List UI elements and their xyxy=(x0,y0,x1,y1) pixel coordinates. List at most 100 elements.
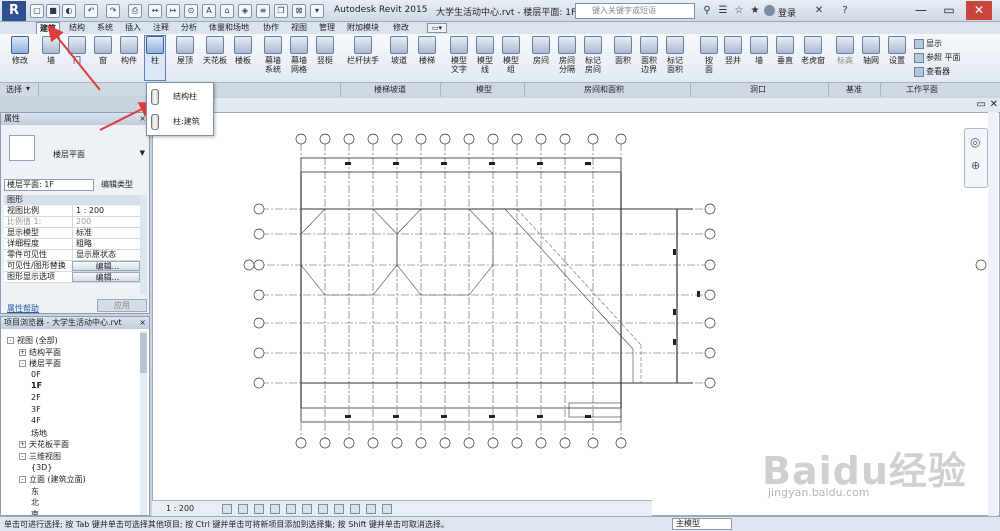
curtain-grid-button[interactable]: 幕墙 网格 xyxy=(286,36,312,74)
wall-button[interactable]: 墙 xyxy=(38,36,64,65)
tab-systems[interactable]: 系统 xyxy=(94,22,116,34)
floor-button[interactable]: 楼板 xyxy=(230,36,256,65)
subscription-icon[interactable]: ☰ xyxy=(716,4,730,18)
panel-select-dropdown-icon[interactable]: ▾ xyxy=(26,84,30,93)
tag-room-button[interactable]: 标记 房间 xyxy=(580,36,606,74)
search-input[interactable]: 键入关键字或短语 xyxy=(575,3,695,19)
properties-group-graphics[interactable]: 图形 xyxy=(4,195,140,205)
column-button-label[interactable]: 柱 xyxy=(142,36,168,65)
temporary-properties-icon[interactable] xyxy=(366,504,376,514)
browser-tree-item[interactable]: 0F xyxy=(31,370,41,379)
revit-logo[interactable]: R xyxy=(2,1,26,21)
workplane-set-button[interactable]: 设置 xyxy=(884,36,910,65)
browser-scroll-thumb[interactable] xyxy=(140,333,147,373)
collapse-icon[interactable]: - xyxy=(7,337,14,344)
sun-path-icon[interactable] xyxy=(254,504,264,514)
browser-tree-item[interactable]: 2F xyxy=(31,393,41,402)
reveal-hidden-icon[interactable] xyxy=(350,504,360,514)
shadows-icon[interactable] xyxy=(270,504,280,514)
tab-view[interactable]: 视图 xyxy=(288,22,310,34)
minimize-button[interactable]: — xyxy=(908,1,934,20)
edit-type-button[interactable]: 编辑类型 xyxy=(101,179,133,190)
print-icon[interactable]: ⎙ xyxy=(128,4,142,18)
by-face-button[interactable]: 按 面 xyxy=(696,36,722,74)
menu-item-architectural-column[interactable]: 柱:建筑 xyxy=(151,111,213,133)
dimension-icon[interactable]: ↦ xyxy=(166,4,180,18)
browser-tree-item[interactable]: {3D} xyxy=(31,463,52,472)
show-workplane-button[interactable]: 显示 xyxy=(914,38,942,49)
area-boundary-button[interactable]: 面积 边界 xyxy=(636,36,662,74)
user-icon[interactable] xyxy=(764,5,775,16)
tab-modify[interactable]: 修改 xyxy=(390,22,412,34)
level-button[interactable]: 标高 xyxy=(832,36,858,65)
tab-annotate[interactable]: 注释 xyxy=(150,22,172,34)
window-button[interactable]: 窗 xyxy=(90,36,116,65)
area-button[interactable]: 面积 xyxy=(610,36,636,65)
panel-select[interactable]: 选择 xyxy=(6,84,22,95)
binoculars-icon[interactable]: ⚲ xyxy=(700,4,714,18)
apply-button[interactable]: 应用 xyxy=(97,299,147,312)
browser-close-icon[interactable]: × xyxy=(139,317,146,329)
expand-icon[interactable]: + xyxy=(19,441,26,449)
lock-view-icon[interactable] xyxy=(318,504,328,514)
tab-structure[interactable]: 结构 xyxy=(66,22,88,34)
help-icon[interactable]: ? xyxy=(838,4,852,18)
door-button[interactable]: 门 xyxy=(64,36,90,65)
view-restore-icon[interactable]: ▭ xyxy=(977,99,986,110)
text-icon[interactable]: A xyxy=(202,4,216,18)
property-row[interactable]: 零件可见性 显示原状态 xyxy=(4,250,140,261)
browser-tree-item[interactable]: 1F xyxy=(31,381,42,390)
wall-opening-button[interactable]: 墙 xyxy=(746,36,772,65)
properties-help-link[interactable]: 属性帮助 xyxy=(7,303,39,314)
visual-style-icon[interactable] xyxy=(238,504,248,514)
type-dropdown-icon[interactable]: ▼ xyxy=(140,149,145,157)
navigation-bar[interactable]: ◎ ⊕ xyxy=(964,128,988,188)
curtain-system-button[interactable]: 幕墙 系统 xyxy=(260,36,286,74)
view-scale[interactable]: 1 : 200 xyxy=(166,504,194,513)
sync-icon[interactable]: ◐ xyxy=(62,4,76,18)
browser-tree-item[interactable]: - 视图 (全部) xyxy=(7,335,58,346)
property-row[interactable]: 详细程度 粗略 xyxy=(4,239,140,250)
property-row[interactable]: 图形显示选项 编辑... xyxy=(4,272,140,283)
redo-icon[interactable]: ↷ xyxy=(106,4,120,18)
open-icon[interactable]: ▢ xyxy=(30,4,44,18)
exchange-icon[interactable]: ✕ xyxy=(812,4,826,18)
analytical-model-icon[interactable] xyxy=(382,504,392,514)
property-row[interactable]: 显示模型 标准 xyxy=(4,228,140,239)
type-selector[interactable]: 楼层平面 xyxy=(53,149,85,160)
measure-icon[interactable]: ↔ xyxy=(148,4,162,18)
detail-level-icon[interactable] xyxy=(222,504,232,514)
tab-architecture[interactable]: 建筑 xyxy=(36,22,60,34)
visibility-edit-button[interactable]: 编辑... xyxy=(72,261,140,271)
collapse-icon[interactable]: - xyxy=(19,453,26,460)
browser-tree-item[interactable]: - 楼层平面 xyxy=(19,358,61,369)
canvas-scrollbar[interactable] xyxy=(988,112,998,516)
ribbon-minimize-toggle[interactable]: ▭▾ xyxy=(427,23,447,33)
close-button[interactable]: ✕ xyxy=(966,1,992,20)
instance-filter-select[interactable]: 楼层平面: 1F xyxy=(4,179,94,191)
browser-tree-item[interactable]: 北 xyxy=(31,497,39,508)
menu-item-structural-column[interactable]: 结构柱 xyxy=(151,86,213,108)
roof-button[interactable]: 屋顶 xyxy=(172,36,198,65)
panel-room-area[interactable]: 房间和面积 xyxy=(584,84,624,95)
ceiling-button[interactable]: 天花板 xyxy=(202,36,228,65)
vertical-opening-button[interactable]: 垂直 xyxy=(772,36,798,65)
tab-manage[interactable]: 管理 xyxy=(316,22,338,34)
tab-collaborate[interactable]: 协作 xyxy=(260,22,282,34)
communication-icon[interactable]: ☆ xyxy=(732,4,746,18)
ramp-button[interactable]: 坡道 xyxy=(386,36,412,65)
tab-analyze[interactable]: 分析 xyxy=(178,22,200,34)
grid-button[interactable]: 轴网 xyxy=(858,36,884,65)
expand-icon[interactable]: + xyxy=(19,348,26,356)
viewer-button[interactable]: 查看器 xyxy=(914,66,950,77)
model-line-button[interactable]: 模型 线 xyxy=(472,36,498,74)
zoom-icon[interactable]: ⊕ xyxy=(971,159,980,172)
railing-button[interactable]: 栏杆扶手 xyxy=(346,36,380,65)
properties-scrollbar[interactable] xyxy=(140,195,147,295)
tag-area-button[interactable]: 标记 面积 xyxy=(662,36,688,74)
browser-tree-item[interactable]: 南 xyxy=(31,509,39,515)
tab-massing-site[interactable]: 体量和场地 xyxy=(206,22,252,34)
browser-tree-item[interactable]: 3F xyxy=(31,405,41,414)
room-button[interactable]: 房间 xyxy=(528,36,554,65)
dormer-button[interactable]: 老虎窗 xyxy=(798,36,828,65)
